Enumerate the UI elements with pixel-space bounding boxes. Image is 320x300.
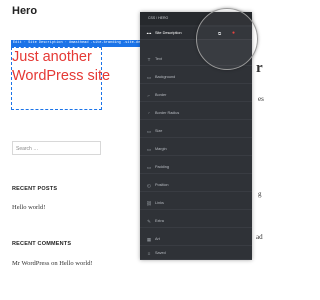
text-icon: T xyxy=(147,57,151,62)
panel-item-label: Saved xyxy=(155,251,166,255)
comment-connector: on xyxy=(51,260,58,267)
search-input[interactable]: Search … xyxy=(12,141,101,155)
panel-item-label: Links xyxy=(155,201,164,205)
art-icon: ▦ xyxy=(146,237,152,242)
padding-icon: ▭ xyxy=(146,165,152,170)
content-peek-text-2: g xyxy=(258,190,262,198)
page-title: Hero xyxy=(12,5,38,17)
panel-item-label: Margin xyxy=(155,147,167,151)
panel-item-label: Border Radius xyxy=(155,111,180,115)
link-icon: ⛓ xyxy=(146,201,152,206)
recent-post-link[interactable]: Hello world! xyxy=(12,203,45,212)
panel-item-links[interactable]: ⛓ Links xyxy=(140,197,252,210)
panel-item-padding[interactable]: ▭ Padding xyxy=(140,161,252,174)
panel-item-label: Art xyxy=(155,237,160,241)
content-peek-text-1: es xyxy=(258,95,264,103)
panel-item-extra[interactable]: ✎ Extra xyxy=(140,215,252,228)
margin-icon: ▭ xyxy=(146,147,152,152)
panel-item-label: Extra xyxy=(155,219,164,223)
content-peek-text-3: ad xyxy=(256,233,263,241)
border-icon: ⌐ xyxy=(147,93,151,98)
magnifier-highlight xyxy=(196,8,258,70)
panel-item-label: Background xyxy=(155,75,176,79)
comment-author[interactable]: Mr WordPress xyxy=(12,260,49,267)
background-icon: ▭ xyxy=(146,75,152,80)
panel-item-label: Border xyxy=(155,93,167,97)
panel-item-saved[interactable]: ≡ Saved xyxy=(140,247,252,260)
pencil-icon: ✎ xyxy=(147,219,151,224)
panel-item-position[interactable]: ◵ Position xyxy=(140,179,252,192)
recent-comment: Mr WordPress on Hello world! xyxy=(12,259,102,268)
panel-item-label: Size xyxy=(155,129,163,133)
panel-item-size[interactable]: ▭ Size xyxy=(140,125,252,138)
saved-icon: ≡ xyxy=(147,251,151,256)
panel-item-border[interactable]: ⌐ Border xyxy=(140,89,252,102)
panel-item-background[interactable]: ▭ Background xyxy=(140,71,252,84)
panel-item-art[interactable]: ▦ Art xyxy=(140,233,252,246)
panel-item-label: Position xyxy=(155,183,169,187)
recent-comments-title: RECENT COMMENTS xyxy=(12,241,72,247)
panel-item-label: Text xyxy=(155,57,162,61)
comment-post-link[interactable]: Hello world! xyxy=(59,260,92,267)
content-peek-letter: r xyxy=(256,60,263,76)
recent-posts-title: RECENT POSTS xyxy=(12,186,58,192)
border-radius-icon: ◜ xyxy=(148,111,150,116)
panel-item-margin[interactable]: ▭ Margin xyxy=(140,143,252,156)
site-description[interactable]: Just another WordPress site xyxy=(12,48,112,86)
panel-item-label: Padding xyxy=(155,165,169,169)
position-icon: ◵ xyxy=(147,183,151,188)
panel-item-border-radius[interactable]: ◜ Border Radius xyxy=(140,107,252,120)
size-icon: ▭ xyxy=(146,129,152,134)
more-icon: ••• xyxy=(146,31,152,36)
panel-item-label: Site Description xyxy=(155,31,182,35)
recent-post-link-text[interactable]: Hello world! xyxy=(12,204,45,211)
selector-path-bar: Edit · Site Description · #masthead .sit… xyxy=(11,40,153,47)
